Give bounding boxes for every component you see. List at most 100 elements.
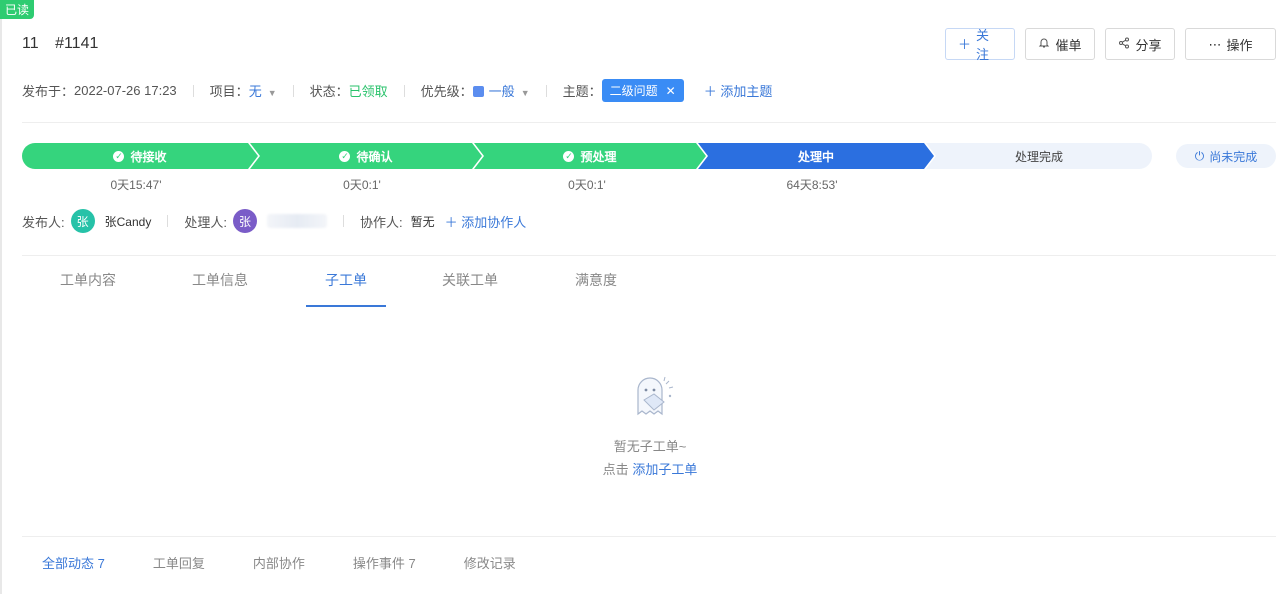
tab-related[interactable]: 关联工单 bbox=[430, 270, 510, 290]
tab-content[interactable]: 工单内容 bbox=[48, 270, 128, 290]
urge-label: 催单 bbox=[1055, 37, 1082, 53]
check-icon: ✓ bbox=[339, 150, 351, 162]
section-divider bbox=[22, 122, 1276, 123]
priority-label: 优先级： bbox=[420, 84, 473, 99]
activity-tabs: 全部动态 7 工单回复 内部协作 操作事件 7 修改记录 bbox=[42, 553, 564, 572]
status-value: 已领取 bbox=[348, 84, 388, 99]
collab-label: 协作人: bbox=[359, 214, 403, 230]
divider bbox=[167, 215, 169, 227]
project-select[interactable]: 无 ▼ bbox=[249, 81, 277, 100]
step-preprocess: ✓ 预处理 bbox=[474, 143, 706, 169]
step-processing: 处理中 bbox=[698, 143, 934, 169]
bell-icon bbox=[1038, 37, 1050, 51]
divider bbox=[403, 84, 405, 97]
project-value: 无 bbox=[248, 84, 262, 99]
meta-bar: 发布于： 2022-07-26 17:23 项目： 无 ▼ 状态： 已领取 优先级… bbox=[22, 79, 772, 102]
priority-color-icon bbox=[472, 86, 484, 97]
share-button[interactable]: 分享 bbox=[1105, 28, 1175, 60]
left-edge-divider bbox=[0, 0, 2, 594]
add-topic-label: 添加主题 bbox=[720, 84, 773, 99]
divider bbox=[192, 84, 194, 97]
power-icon: ⏻ bbox=[1194, 148, 1205, 163]
operate-label: 操作 bbox=[1226, 37, 1253, 53]
priority-select[interactable]: 一般 ▼ bbox=[472, 81, 530, 100]
add-subticket-link[interactable]: 添加子工单 bbox=[632, 462, 697, 477]
section-divider bbox=[22, 536, 1276, 537]
ticket-number: 11 bbox=[22, 35, 39, 52]
empty-ghost-icon bbox=[637, 376, 674, 416]
project-label: 项目： bbox=[209, 84, 249, 99]
step-duration: 64天8:53' bbox=[786, 178, 838, 192]
check-icon: ✓ bbox=[113, 150, 125, 162]
unfinished-label: 尚未完成 bbox=[1209, 149, 1258, 164]
step-label: 处理中 bbox=[797, 149, 834, 164]
step-pending-receive: ✓ 待接收 bbox=[22, 143, 258, 169]
follow-button[interactable]: ＋ 关注 bbox=[945, 28, 1015, 62]
step-label: 待接收 bbox=[130, 149, 167, 164]
handler-name-redacted bbox=[266, 214, 327, 228]
read-badge: 已读 bbox=[0, 0, 35, 19]
tab-info[interactable]: 工单信息 bbox=[180, 270, 260, 290]
plus-icon: ＋ bbox=[444, 214, 462, 230]
tab-all-activity[interactable]: 全部动态 7 bbox=[42, 553, 105, 572]
collab-value: 暂无 bbox=[410, 214, 435, 229]
topic-label: 主题： bbox=[562, 84, 602, 99]
step-label: 待确认 bbox=[356, 149, 393, 164]
plus-icon: ＋ bbox=[703, 84, 721, 99]
empty-message: 暂无子工单~ bbox=[613, 439, 687, 454]
tab-internal-collab[interactable]: 内部协作 bbox=[253, 553, 305, 572]
topic-tag: 二级问题 ✕ bbox=[601, 79, 684, 102]
published-label: 发布于： bbox=[22, 84, 75, 99]
avatar: 张 bbox=[232, 209, 257, 233]
priority-value: 一般 bbox=[488, 84, 515, 99]
published-value: 2022-07-26 17:23 bbox=[74, 83, 177, 98]
step-pending-confirm: ✓ 待确认 bbox=[250, 143, 482, 169]
operate-button[interactable]: ⋯ 操作 bbox=[1185, 28, 1276, 60]
step-duration: 0天0:1' bbox=[343, 178, 381, 192]
step-label: 预处理 bbox=[580, 149, 617, 164]
publisher-name: 张Candy bbox=[104, 214, 152, 229]
ticket-title: 11 #1141 bbox=[22, 35, 110, 53]
divider bbox=[292, 84, 294, 97]
avatar: 张 bbox=[70, 209, 95, 233]
more-icon: ⋯ bbox=[1208, 36, 1222, 52]
unfinished-button[interactable]: ⏻ 尚未完成 bbox=[1176, 144, 1276, 168]
check-icon: ✓ bbox=[563, 150, 575, 162]
section-divider bbox=[22, 255, 1276, 256]
step-duration: 0天15:47' bbox=[110, 178, 162, 192]
tab-satisfaction[interactable]: 满意度 bbox=[556, 270, 636, 290]
status-label: 状态： bbox=[309, 84, 349, 99]
topic-tag-label: 二级问题 bbox=[609, 84, 658, 98]
handler-label: 处理人: bbox=[184, 214, 227, 230]
follow-label: 关注 bbox=[976, 28, 990, 62]
tab-replies[interactable]: 工单回复 bbox=[153, 553, 205, 572]
progress-steps: ✓ 待接收 ✓ 待确认 ✓ 预处理 处理中 处理完成 bbox=[22, 143, 1152, 169]
divider bbox=[342, 215, 344, 227]
tab-operation-events[interactable]: 操作事件 7 bbox=[353, 553, 416, 572]
share-label: 分享 bbox=[1135, 37, 1162, 53]
ticket-id: #1141 bbox=[55, 35, 99, 52]
urge-button[interactable]: 催单 bbox=[1025, 28, 1095, 60]
people-bar: 发布人: 张 张Candy 处理人: 张 协作人: 暂无 ＋ 添加协作人 bbox=[22, 209, 526, 233]
share-icon bbox=[1118, 37, 1130, 51]
step-label: 处理完成 bbox=[1014, 149, 1063, 164]
add-collab-label: 添加协作人 bbox=[461, 214, 527, 230]
caret-down-icon: ▼ bbox=[520, 88, 530, 98]
publisher-label: 发布人: bbox=[22, 214, 65, 230]
plus-icon: ＋ bbox=[958, 36, 972, 52]
caret-down-icon: ▼ bbox=[267, 88, 277, 98]
tab-change-log[interactable]: 修改记录 bbox=[464, 553, 516, 572]
step-duration: 0天0:1' bbox=[568, 178, 606, 192]
add-collaborator-button[interactable]: ＋ 添加协作人 bbox=[445, 212, 527, 231]
active-tab-indicator bbox=[306, 305, 386, 307]
tab-subtickets[interactable]: 子工单 bbox=[306, 270, 386, 290]
close-icon[interactable]: ✕ bbox=[666, 84, 676, 98]
content-tabs: 工单内容 工单信息 子工单 关联工单 满意度 bbox=[22, 262, 1276, 308]
top-actions: ＋ 关注 催单 分享 ⋯ 操作 bbox=[945, 28, 1276, 62]
add-topic-button[interactable]: ＋ 添加主题 bbox=[704, 81, 773, 100]
step-completed: 处理完成 bbox=[926, 143, 1152, 169]
empty-hint: 点击 添加子工单 bbox=[560, 459, 740, 478]
divider bbox=[545, 84, 547, 97]
empty-hint-prefix: 点击 bbox=[602, 462, 629, 477]
empty-state: 暂无子工单~ 点击 添加子工单 bbox=[560, 370, 740, 478]
